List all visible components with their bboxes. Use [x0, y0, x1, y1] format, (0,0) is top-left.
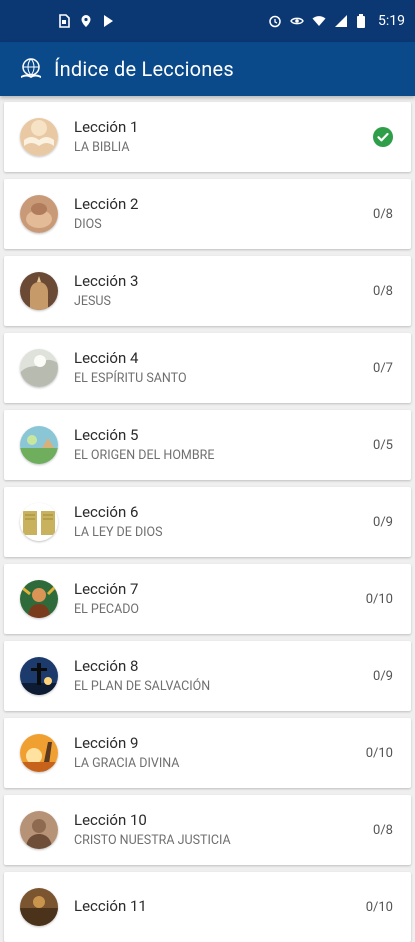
lesson-texts: Lección 3 JESUS: [74, 272, 373, 311]
lesson-progress: 0/9: [373, 668, 393, 684]
lesson-thumbnail: [20, 811, 58, 849]
lesson-subtitle: EL PLAN DE SALVACIÓN: [74, 678, 211, 694]
page-title: Índice de Lecciones: [54, 57, 234, 81]
lesson-list: Lección 1 LA BIBLIA Lección 2 DIOS 0/8 Lecció…: [0, 96, 415, 942]
lesson-subtitle: EL ESPÍRITU SANTO: [74, 370, 187, 386]
sim-card-icon: [58, 14, 72, 28]
lesson-texts: Lección 6 LA LEY DE DIOS: [74, 503, 373, 542]
play-store-icon: [102, 14, 116, 28]
lesson-subtitle: EL PECADO: [74, 601, 140, 617]
lesson-card[interactable]: Lección 3 JESUS 0/8: [4, 256, 411, 326]
lesson-card[interactable]: Lección 11 0/10: [4, 872, 411, 942]
signal-icon: [334, 14, 348, 28]
battery-icon: [356, 14, 370, 28]
check-circle-icon: [373, 127, 393, 147]
lesson-thumbnail: [20, 272, 58, 310]
lesson-thumbnail: [20, 195, 58, 233]
lesson-card[interactable]: Lección 1 LA BIBLIA: [4, 102, 411, 172]
lesson-progress: 0/7: [373, 360, 393, 376]
lesson-card[interactable]: Lección 10 CRISTO NUESTRA JUSTICIA 0/8: [4, 795, 411, 865]
lesson-thumbnail: [20, 888, 58, 926]
lesson-title: Lección 6: [74, 502, 139, 521]
lesson-progress: 0/5: [373, 437, 393, 453]
lesson-thumbnail: [20, 349, 58, 387]
status-time: 5:19: [378, 13, 405, 29]
lesson-card[interactable]: Lección 9 LA GRACIA DIVINA 0/10: [4, 718, 411, 788]
lesson-subtitle: CRISTO NUESTRA JUSTICIA: [74, 832, 231, 848]
app-bar: Índice de Lecciones: [0, 42, 415, 96]
lesson-title: Lección 8: [74, 656, 139, 675]
lesson-texts: Lección 5 EL ORIGEN DEL HOMBRE: [74, 426, 373, 465]
lesson-texts: Lección 9 LA GRACIA DIVINA: [74, 734, 366, 773]
lesson-card[interactable]: Lección 2 DIOS 0/8: [4, 179, 411, 249]
status-right-icons: 5:19: [268, 13, 405, 29]
lesson-title: Lección 10: [74, 810, 147, 829]
lesson-card[interactable]: Lección 5 EL ORIGEN DEL HOMBRE 0/5: [4, 410, 411, 480]
lesson-progress: 0/9: [373, 514, 393, 530]
lesson-texts: Lección 7 EL PECADO: [74, 580, 366, 619]
lesson-progress: 0/8: [373, 822, 393, 838]
lesson-thumbnail: [20, 580, 58, 618]
lesson-title: Lección 9: [74, 733, 139, 752]
lesson-title: Lección 5: [74, 425, 139, 444]
lesson-card[interactable]: Lección 6 LA LEY DE DIOS 0/9: [4, 487, 411, 557]
lesson-thumbnail: [20, 118, 58, 156]
lesson-title: Lección 1: [74, 117, 139, 136]
lesson-subtitle: EL ORIGEN DEL HOMBRE: [74, 447, 215, 463]
location-icon: [80, 14, 94, 28]
lesson-progress: 0/10: [365, 591, 393, 607]
lesson-progress: 0/10: [365, 899, 393, 915]
lesson-title: Lección 7: [74, 579, 139, 598]
alarm-icon: [268, 14, 282, 28]
lesson-texts: Lección 1 LA BIBLIA: [74, 118, 373, 157]
lesson-subtitle: LA GRACIA DIVINA: [74, 755, 180, 771]
lesson-title: Lección 3: [74, 271, 139, 290]
lesson-subtitle: LA LEY DE DIOS: [74, 524, 163, 540]
lesson-card[interactable]: Lección 7 EL PECADO 0/10: [4, 564, 411, 634]
lesson-thumbnail: [20, 657, 58, 695]
lesson-title: Lección 2: [74, 194, 139, 213]
lesson-thumbnail: [20, 734, 58, 772]
status-bar: 5:19: [0, 0, 415, 42]
globe-book-logo-icon: [18, 56, 44, 82]
lesson-progress: 0/10: [365, 745, 393, 761]
lesson-progress: 0/8: [373, 283, 393, 299]
status-left-icons: [58, 14, 116, 28]
lesson-card[interactable]: Lección 8 EL PLAN DE SALVACIÓN 0/9: [4, 641, 411, 711]
lesson-title: Lección 4: [74, 348, 139, 367]
lesson-progress: 0/8: [373, 206, 393, 222]
lesson-subtitle: DIOS: [74, 216, 102, 232]
eye-icon: [290, 14, 304, 28]
lesson-subtitle: JESUS: [74, 293, 111, 309]
lesson-texts: Lección 8 EL PLAN DE SALVACIÓN: [74, 657, 373, 696]
lesson-texts: Lección 10 CRISTO NUESTRA JUSTICIA: [74, 811, 373, 850]
lesson-subtitle: LA BIBLIA: [74, 139, 130, 155]
lesson-card[interactable]: Lección 4 EL ESPÍRITU SANTO 0/7: [4, 333, 411, 403]
wifi-icon: [312, 14, 326, 28]
lesson-texts: Lección 4 EL ESPÍRITU SANTO: [74, 349, 373, 388]
lesson-texts: Lección 2 DIOS: [74, 195, 373, 234]
lesson-title: Lección 11: [74, 896, 147, 915]
lesson-thumbnail: [20, 426, 58, 464]
lesson-thumbnail: [20, 503, 58, 541]
